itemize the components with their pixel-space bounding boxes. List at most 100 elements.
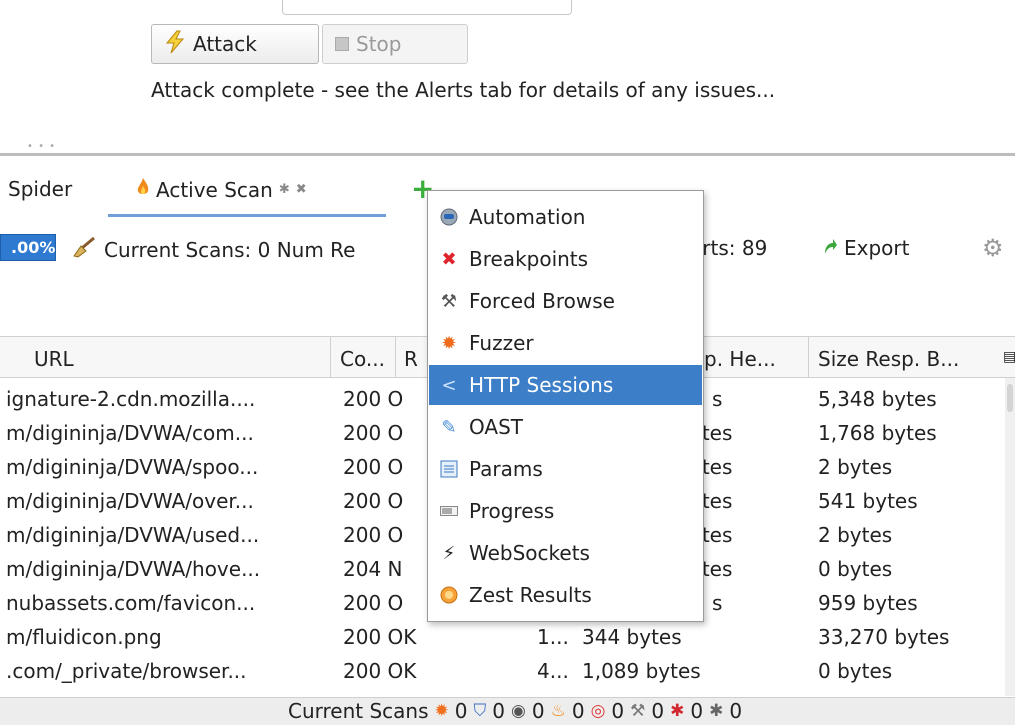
red-x-icon: ✖ <box>441 248 457 270</box>
menu-item-breakpoints[interactable]: ✖ Breakpoints <box>429 239 702 279</box>
menu-item-progress[interactable]: Progress <box>429 491 702 531</box>
cell-size-header: ytes <box>690 421 733 445</box>
zest-icon <box>439 585 459 605</box>
flame-icon <box>136 177 150 202</box>
export-button[interactable]: Export <box>822 236 909 260</box>
menu-item-label: HTTP Sessions <box>469 373 614 397</box>
menu-item-forced-browse[interactable]: ⚒ Forced Browse <box>429 281 702 321</box>
cell-size-header: s <box>712 591 723 615</box>
count-flame: 0 <box>571 699 585 723</box>
cell-rtt: 4... <box>537 659 569 683</box>
menu-item-oast[interactable]: ✎ OAST <box>429 407 702 447</box>
spider-shield-icon: ⛉ <box>473 701 487 721</box>
table-scrollbar-thumb[interactable] <box>1007 384 1013 412</box>
current-scans-text: Current Scans: 0 Num Re <box>104 237 356 262</box>
cell-size-header: 1,089 bytes <box>582 659 701 683</box>
menu-item-fuzzer[interactable]: ✹ Fuzzer <box>429 323 702 363</box>
cell-code: 200 O <box>343 455 404 479</box>
menu-item-label: Fuzzer <box>469 331 534 355</box>
menu-item-label: Progress <box>469 499 555 523</box>
add-tab-dropdown-menu: Automation ✖ Breakpoints ⚒ Forced Browse… <box>427 190 704 622</box>
flame-icon: ♨ <box>550 701 566 721</box>
stop-button[interactable]: Stop <box>322 24 468 64</box>
table-row[interactable]: m/fluidicon.png 200 OK 1... 344 bytes 33… <box>0 621 1005 655</box>
tab-spider[interactable]: Spider <box>8 177 72 201</box>
cell-code: 200 O <box>343 523 404 547</box>
column-header-size-resp-header[interactable]: p. He... <box>704 347 776 371</box>
params-icon <box>439 459 459 479</box>
cell-size-header: ytes <box>690 523 733 547</box>
cell-size-header: s <box>712 387 723 411</box>
table-scrollbar[interactable] <box>1005 378 1015 696</box>
target-url-field-edge[interactable] <box>282 0 572 15</box>
column-header-url[interactable]: URL <box>34 347 74 371</box>
count-bug-red: 0 <box>690 699 704 723</box>
current-scans-info: Current Scans: 0 Num Re <box>72 236 355 263</box>
cell-size-body: 959 bytes <box>818 591 918 615</box>
menu-item-params[interactable]: Params <box>429 449 702 489</box>
fuzzer-burst-icon: ✹ <box>441 332 457 354</box>
cell-code: 200 OK <box>343 625 417 649</box>
bug-gray-icon: ✱ <box>709 701 724 721</box>
gear-icon[interactable]: ⚙ <box>982 234 1004 262</box>
cell-url: m/digininja/DVWA/over... <box>6 489 254 513</box>
status-bar-label: Current Scans <box>288 699 429 723</box>
column-header-code[interactable]: Co... <box>340 347 385 371</box>
stop-label: Stop <box>356 32 402 56</box>
pin-icon[interactable]: ✱ <box>279 182 290 197</box>
cell-code: 200 O <box>343 591 404 615</box>
stop-icon <box>335 37 349 51</box>
panel-divider[interactable] <box>0 153 1015 156</box>
cell-size-body: 33,270 bytes <box>818 625 950 649</box>
tab-active-scan[interactable]: Active Scan ✱ ✖ <box>136 177 307 202</box>
cell-code: 204 N <box>343 557 403 581</box>
cell-size-body: 2 bytes <box>818 455 893 479</box>
cell-size-body: 1,768 bytes <box>818 421 937 445</box>
cell-url: m/digininja/DVWA/com... <box>6 421 254 445</box>
menu-item-label: Breakpoints <box>469 247 589 271</box>
menu-item-label: Automation <box>469 205 586 229</box>
table-row[interactable]: .com/_private/browser... 200 OK 4... 1,0… <box>0 655 1005 689</box>
column-header-reason[interactable]: R <box>404 347 418 371</box>
active-tab-indicator <box>108 214 386 217</box>
cell-url: m/digininja/DVWA/spoo... <box>6 455 259 479</box>
menu-item-label: Zest Results <box>469 583 592 607</box>
cell-code: 200 O <box>343 489 404 513</box>
hammer-icon: ⚒ <box>440 290 458 312</box>
status-bar-current-scans: Current Scans ✹ 0 ⛉ 0 ◉ 0 ♨ 0 ◎ 0 ⚒ 0 ✱ … <box>288 699 742 723</box>
export-arrow-icon <box>822 236 838 260</box>
cell-size-body: 0 bytes <box>818 659 893 683</box>
cell-size-header: ytes <box>690 455 733 479</box>
menu-item-label: WebSockets <box>469 541 590 565</box>
column-chooser-icon[interactable]: ▤ <box>1003 349 1015 365</box>
menu-item-http-sessions[interactable]: < HTTP Sessions <box>429 365 702 405</box>
menu-item-label: OAST <box>469 415 523 439</box>
cell-size-body: 541 bytes <box>818 489 918 513</box>
cell-url: .com/_private/browser... <box>6 659 247 683</box>
count-active-scan: 0 <box>454 699 468 723</box>
tab-active-scan-label: Active Scan <box>156 177 273 202</box>
column-header-size-resp-body[interactable]: Size Resp. B... <box>818 347 959 371</box>
menu-item-label: Params <box>469 457 543 481</box>
menu-item-websockets[interactable]: ⚡ WebSockets <box>429 533 702 573</box>
menu-item-label: Forced Browse <box>469 289 615 313</box>
cell-url: nubassets.com/favicon... <box>6 591 256 615</box>
close-tab-icon[interactable]: ✖ <box>296 182 307 197</box>
websockets-plug-icon: ⚡ <box>442 542 456 564</box>
count-spider: 0 <box>492 699 505 723</box>
menu-item-automation[interactable]: Automation <box>429 197 702 237</box>
target-icon: ◎ <box>590 701 606 721</box>
menu-item-zest-results[interactable]: Zest Results <box>429 575 702 615</box>
cell-size-body: 5,348 bytes <box>818 387 937 411</box>
export-label: Export <box>844 236 910 260</box>
count-passive: 0 <box>531 699 545 723</box>
broom-icon[interactable] <box>72 236 96 263</box>
attack-label: Attack <box>193 32 257 56</box>
sessions-icon: < <box>441 374 457 396</box>
cell-size-header: ytes <box>690 557 733 581</box>
splitter-grip[interactable]: • • • <box>27 141 56 152</box>
cell-size-body: 0 bytes <box>818 557 893 581</box>
attack-status-message: Attack complete - see the Alerts tab for… <box>151 78 776 102</box>
count-bug-gray: 0 <box>729 699 743 723</box>
attack-button[interactable]: Attack <box>151 24 319 64</box>
